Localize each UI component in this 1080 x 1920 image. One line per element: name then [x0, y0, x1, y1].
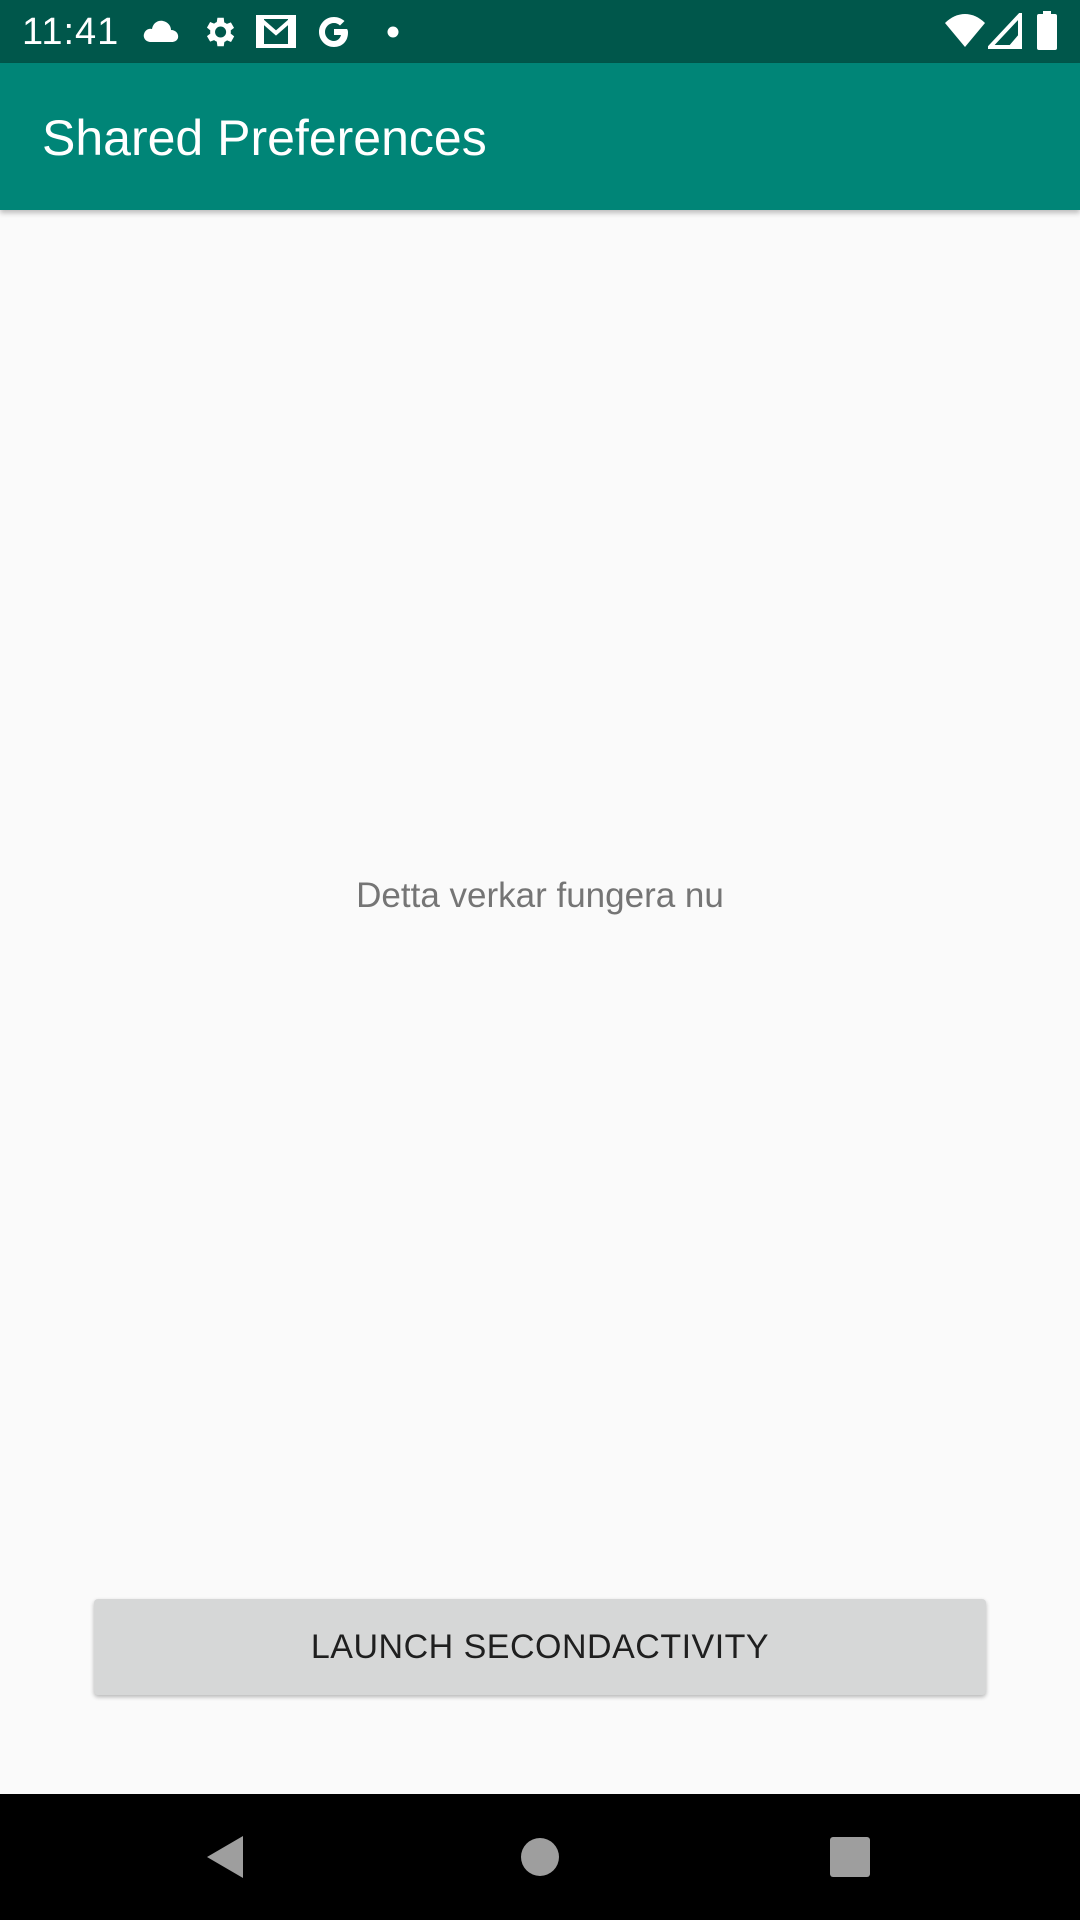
- home-icon[interactable]: [507, 1824, 573, 1890]
- settings-gear-icon: [206, 17, 235, 47]
- wifi-icon: [945, 14, 985, 47]
- navigation-bar: [0, 1794, 1080, 1920]
- gmail-icon: [256, 15, 296, 48]
- app-bar: Shared Preferences: [0, 63, 1080, 210]
- cloud-icon: [143, 20, 179, 42]
- status-time: 11:41: [22, 11, 120, 53]
- cell-signal-icon: [988, 13, 1022, 49]
- screen: 11:41 Shared Preferences Detta verkar fu…: [0, 0, 1080, 1920]
- recents-icon[interactable]: [817, 1824, 883, 1890]
- notification-dot-icon: [387, 26, 399, 38]
- back-icon[interactable]: [193, 1824, 259, 1890]
- page-title: Shared Preferences: [42, 110, 487, 166]
- battery-icon: [1037, 11, 1057, 50]
- launch-secondactivity-button[interactable]: LAUNCH SECONDACTIVITY: [94, 1599, 986, 1695]
- launch-button-label: LAUNCH SECONDACTIVITY: [310, 1627, 770, 1666]
- google-g-icon: [319, 17, 348, 47]
- message-text: Detta verkar fungera nu: [356, 876, 724, 915]
- status-bar: 11:41: [0, 0, 1080, 63]
